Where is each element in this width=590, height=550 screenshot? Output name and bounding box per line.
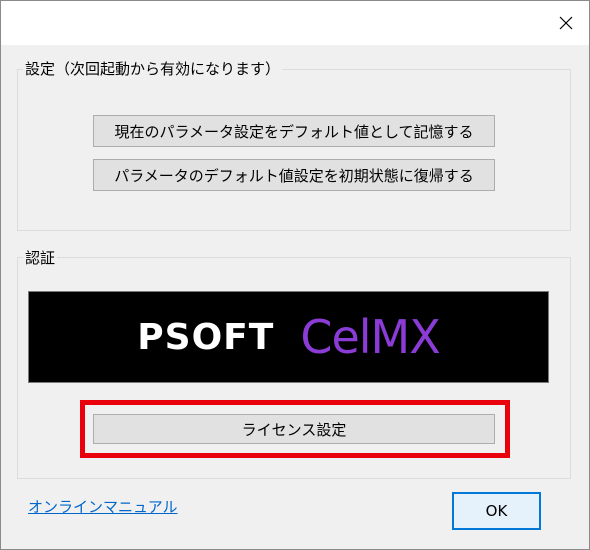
settings-group-legend: 設定（次回起動から有効になります）	[23, 60, 283, 78]
ok-button[interactable]: OK	[452, 492, 541, 530]
product-banner: PSOFT CelMX	[28, 291, 549, 383]
close-button[interactable]	[543, 1, 589, 45]
license-settings-button[interactable]: ライセンス設定	[93, 414, 495, 444]
product-logo-text: CelMX	[300, 310, 440, 364]
dialog-window: 設定（次回起動から有効になります） 現在のパラメータ設定をデフォルト値として記憶…	[0, 0, 590, 550]
settings-group	[17, 69, 571, 231]
save-defaults-button[interactable]: 現在のパラメータ設定をデフォルト値として記憶する	[93, 115, 495, 147]
brand-logo-text: PSOFT	[137, 316, 275, 358]
close-icon	[559, 16, 573, 30]
online-manual-link[interactable]: オンラインマニュアル	[28, 496, 178, 517]
title-bar	[1, 1, 589, 45]
auth-group-legend: 認証	[23, 249, 58, 267]
reset-defaults-button[interactable]: パラメータのデフォルト値設定を初期状態に復帰する	[93, 159, 495, 191]
